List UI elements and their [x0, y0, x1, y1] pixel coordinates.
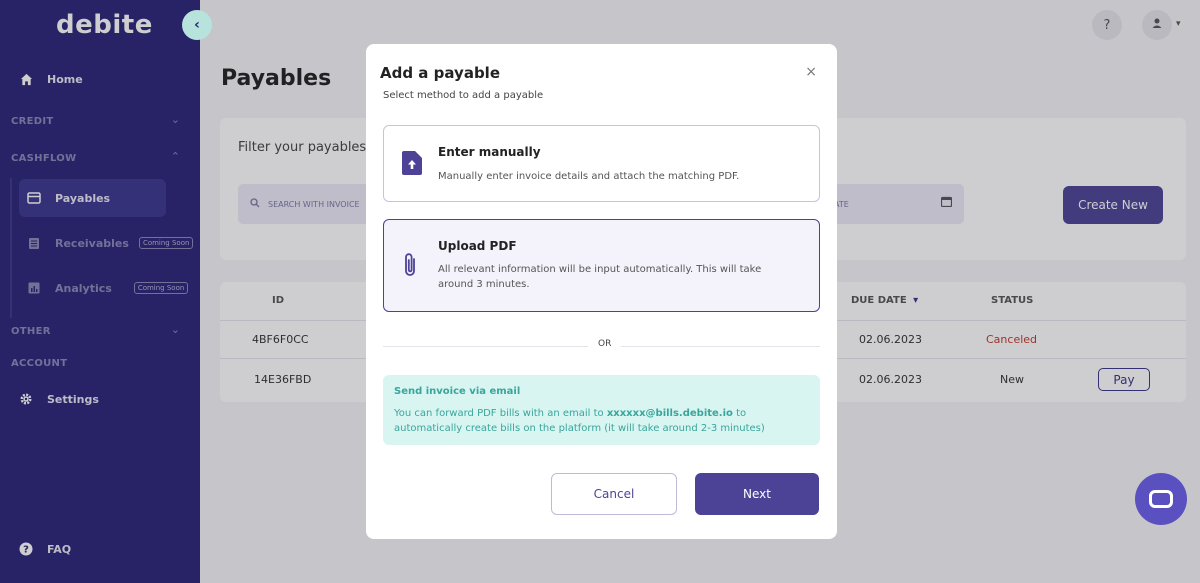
- option-enter-manually[interactable]: Enter manually Manually enter invoice de…: [383, 125, 820, 202]
- email-address[interactable]: xxxxxx@bills.debite.io: [607, 408, 733, 419]
- cancel-button[interactable]: Cancel: [551, 473, 677, 515]
- email-info-description: You can forward PDF bills with an email …: [394, 406, 806, 436]
- chat-icon: [1149, 490, 1173, 508]
- paperclip-icon: [402, 252, 418, 283]
- email-info-title: Send invoice via email: [394, 386, 521, 397]
- option-upload-pdf[interactable]: Upload PDF All relevant information will…: [383, 219, 820, 312]
- option-description: Manually enter invoice details and attac…: [438, 171, 740, 182]
- modal-subtitle: Select method to add a payable: [383, 90, 544, 101]
- add-payable-modal: Add a payable Select method to add a pay…: [366, 44, 837, 539]
- email-info-box: Send invoice via email You can forward P…: [383, 375, 820, 445]
- option-title: Enter manually: [438, 145, 541, 159]
- file-upload-icon: [402, 151, 422, 180]
- close-icon[interactable]: ×: [805, 64, 817, 80]
- next-button[interactable]: Next: [695, 473, 819, 515]
- option-title: Upload PDF: [438, 239, 517, 253]
- collapse-sidebar-button[interactable]: ‹: [182, 10, 212, 40]
- email-desc-text: You can forward PDF bills with an email …: [394, 408, 607, 419]
- chat-widget-button[interactable]: [1135, 473, 1187, 525]
- modal-title: Add a payable: [380, 64, 500, 82]
- chevron-left-icon: ‹: [194, 17, 200, 33]
- option-description: All relevant information will be input a…: [438, 264, 762, 290]
- or-separator: OR: [588, 339, 622, 349]
